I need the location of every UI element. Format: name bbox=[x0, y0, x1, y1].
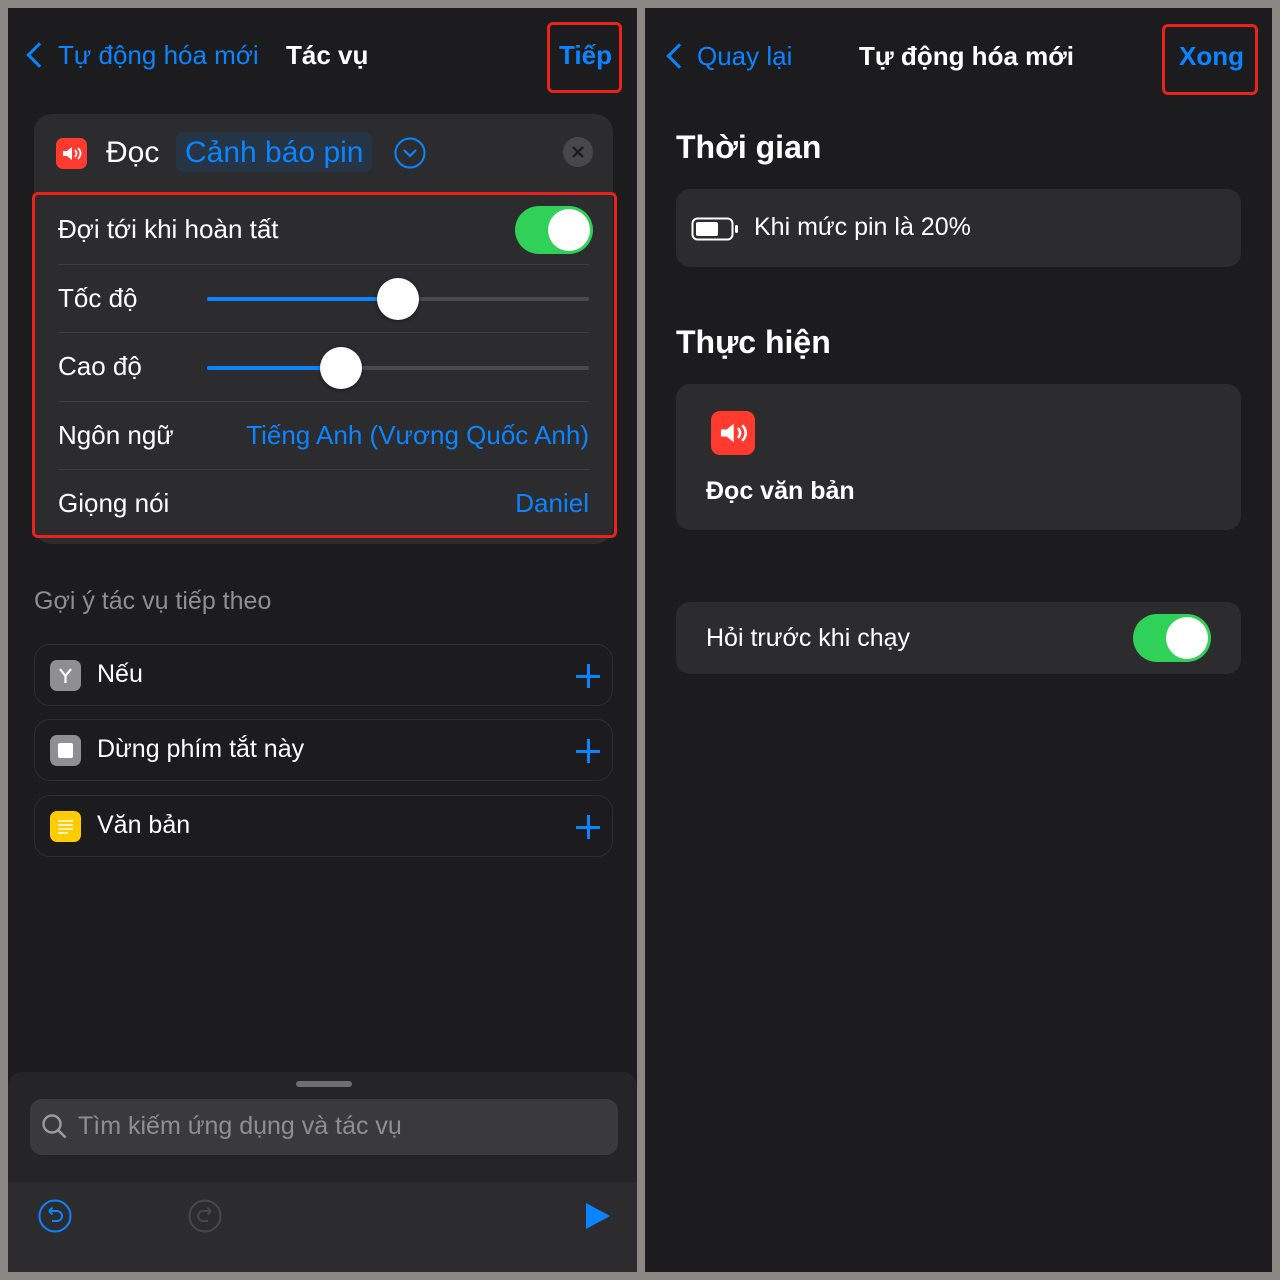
action-card[interactable]: Đọc văn bản bbox=[676, 384, 1241, 530]
suggestion-label: Nếu bbox=[97, 660, 143, 688]
suggestion-item-if[interactable]: Nếu bbox=[34, 644, 613, 706]
stop-icon bbox=[50, 735, 81, 766]
ask-label: Hỏi trước khi chạy bbox=[706, 624, 911, 652]
nav-title: Tự động hóa mới bbox=[859, 41, 1074, 71]
text-icon bbox=[50, 811, 81, 842]
bottom-toolbar bbox=[8, 1182, 637, 1272]
expand-chevron-icon[interactable] bbox=[394, 137, 426, 174]
voice-value[interactable]: Daniel bbox=[515, 488, 589, 519]
suggestion-label: Văn bản bbox=[97, 811, 191, 839]
suggestion-item-stop[interactable]: Dừng phím tắt này bbox=[34, 719, 613, 781]
trigger-card[interactable]: Khi mức pin là 20% bbox=[676, 189, 1241, 267]
search-icon bbox=[42, 1114, 67, 1139]
nav-title: Tác vụ bbox=[286, 40, 369, 70]
trigger-label: Khi mức pin là 20% bbox=[754, 213, 971, 241]
voice-label: Giọng nói bbox=[58, 488, 170, 518]
left-panel: Tự động hóa mới Tác vụ Tiếp Đọc Cảnh báo… bbox=[8, 8, 637, 1272]
remove-action-icon[interactable] bbox=[563, 137, 593, 172]
run-play-icon[interactable] bbox=[583, 1201, 613, 1231]
add-text-icon[interactable] bbox=[576, 815, 600, 839]
next-highlight-box bbox=[547, 22, 622, 93]
pitch-slider-thumb[interactable] bbox=[319, 347, 362, 389]
rate-label: Tốc độ bbox=[58, 283, 138, 313]
suggestion-item-text[interactable]: Văn bản bbox=[34, 795, 613, 857]
do-heading: Thực hiện bbox=[676, 324, 831, 360]
when-heading: Thời gian bbox=[676, 129, 822, 165]
add-stop-icon[interactable] bbox=[576, 739, 600, 763]
rate-slider-thumb[interactable] bbox=[377, 278, 419, 320]
back-button[interactable]: Tự động hóa mới bbox=[58, 40, 259, 71]
speaker-icon bbox=[56, 138, 87, 169]
ask-toggle[interactable] bbox=[1133, 614, 1211, 662]
undo-icon[interactable] bbox=[37, 1198, 73, 1234]
action-verb: Đọc bbox=[106, 136, 160, 169]
wait-toggle[interactable] bbox=[515, 206, 593, 254]
suggestions-heading: Gợi ý tác vụ tiếp theo bbox=[34, 587, 272, 615]
search-field[interactable]: Tìm kiếm ứng dụng và tác vụ bbox=[30, 1099, 618, 1155]
done-highlight-box bbox=[1162, 24, 1258, 95]
ask-before-running-row: Hỏi trước khi chạy bbox=[676, 602, 1241, 674]
redo-icon bbox=[188, 1199, 222, 1233]
action-parameter[interactable]: Cảnh báo pin bbox=[176, 132, 373, 172]
action-label: Đọc văn bản bbox=[706, 477, 855, 505]
sheet-grabber[interactable] bbox=[296, 1081, 352, 1087]
language-value[interactable]: Tiếng Anh (Vương Quốc Anh) bbox=[246, 420, 589, 451]
language-label: Ngôn ngữ bbox=[58, 420, 174, 450]
back-chevron-icon[interactable] bbox=[666, 43, 692, 69]
speaker-icon bbox=[711, 411, 755, 455]
pitch-label: Cao độ bbox=[58, 351, 142, 381]
back-chevron-icon[interactable] bbox=[26, 42, 52, 68]
battery-icon bbox=[691, 217, 738, 241]
rate-slider[interactable] bbox=[207, 278, 589, 320]
pitch-slider[interactable] bbox=[207, 347, 589, 389]
add-if-icon[interactable] bbox=[576, 664, 600, 688]
suggestion-label: Dừng phím tắt này bbox=[97, 735, 305, 763]
back-button[interactable]: Quay lại bbox=[697, 41, 792, 72]
wait-label: Đợi tới khi hoàn tất bbox=[58, 214, 279, 244]
right-panel: Quay lại Tự động hóa mới Xong Thời gian … bbox=[645, 8, 1272, 1272]
if-icon bbox=[50, 660, 81, 691]
search-placeholder: Tìm kiếm ứng dụng và tác vụ bbox=[78, 1112, 402, 1140]
